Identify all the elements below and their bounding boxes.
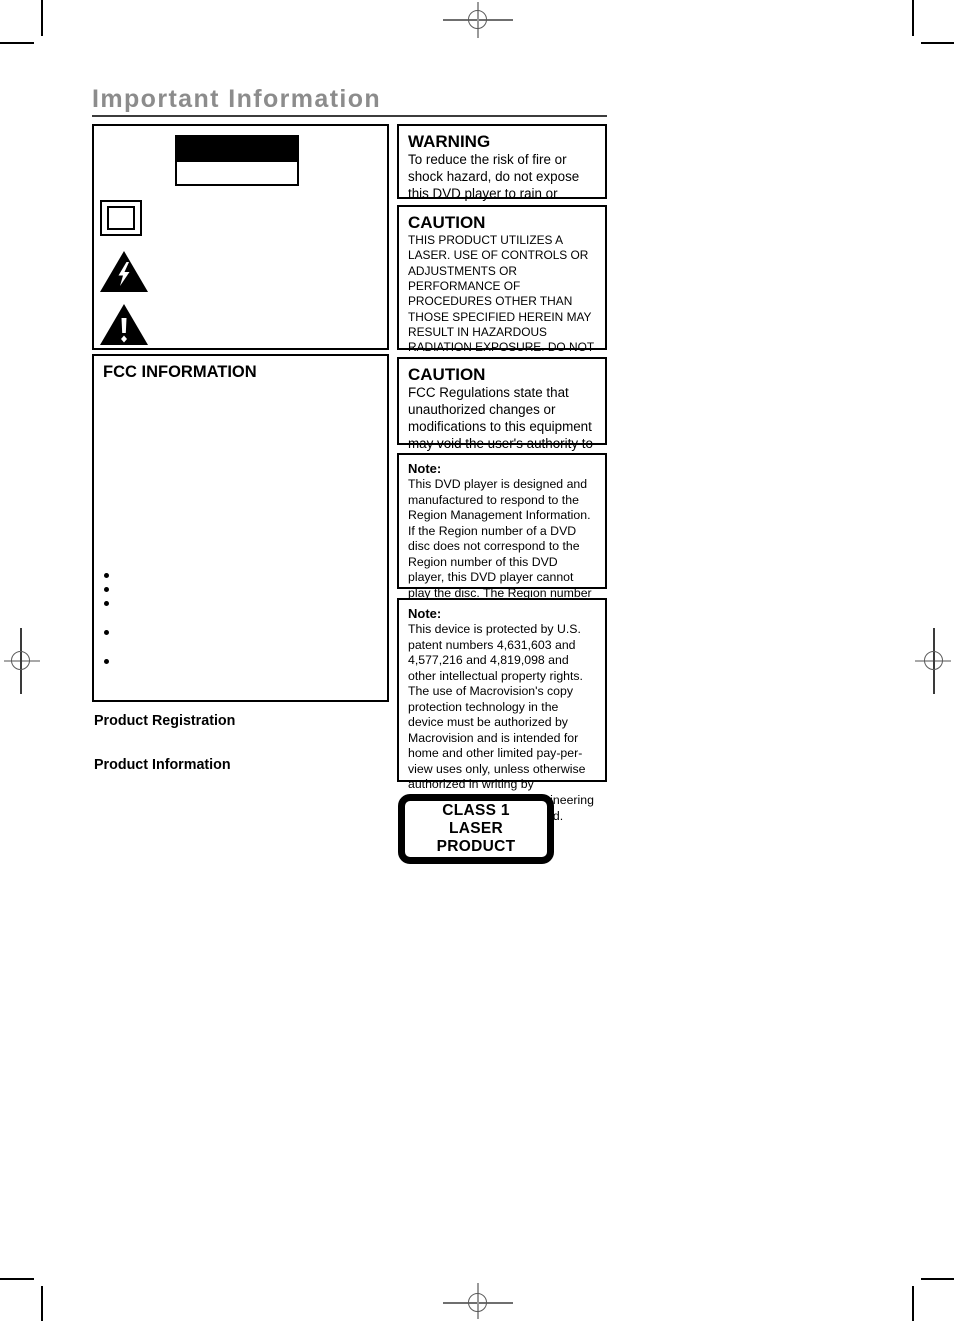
crop-mark-bottom-left-horizontal — [0, 1278, 34, 1280]
class1-line-3: PRODUCT — [436, 838, 516, 856]
crop-mark-top-right-vertical — [912, 0, 914, 36]
crop-mark-top-right-horizontal — [921, 42, 954, 44]
fcc-information-heading: FCC INFORMATION — [103, 363, 257, 381]
page-title: Important Information — [92, 85, 382, 113]
caution-laser-heading: CAUTION — [408, 213, 486, 232]
class-2-inner-square — [107, 206, 135, 230]
product-registration-link[interactable]: Product Registration — [94, 713, 235, 729]
class1-line-1: CLASS 1 — [442, 801, 510, 819]
warning-box: WARNING To reduce the risk of fire or sh… — [397, 124, 607, 218]
black-bar-fill — [177, 137, 297, 162]
class-1-laser-product-label: CLASS 1 LASER PRODUCT — [398, 794, 554, 864]
caution-laser-box: CAUTION THIS PRODUCT UTILIZES A LASER. U… — [397, 205, 607, 416]
registration-mark-circle — [468, 10, 487, 29]
registration-mark-bottom-center — [443, 1283, 513, 1319]
title-underline-rule — [92, 115, 607, 118]
note-macrovision-box: Note: This device is protected by U.S. p… — [397, 598, 607, 823]
fcc-information-panel: FCC INFORMATION — [92, 354, 389, 702]
registration-mark-circle — [11, 651, 30, 670]
caution-fcc-heading: CAUTION — [408, 365, 486, 384]
note-region-box: Note: This DVD player is designed and ma… — [397, 453, 607, 631]
crop-mark-bottom-left-vertical — [41, 1286, 43, 1321]
crop-mark-top-left-horizontal — [0, 42, 34, 44]
warning-heading: WARNING — [408, 132, 491, 151]
registration-mark-circle — [468, 1293, 487, 1312]
note-region-label: Note: — [408, 461, 442, 476]
registration-mark-circle — [924, 651, 943, 670]
registration-mark-right-center — [915, 628, 951, 694]
crop-mark-bottom-right-horizontal — [921, 1278, 954, 1280]
page-header: Important Information — [92, 85, 607, 118]
note-macrovision-label: Note: — [408, 606, 442, 621]
product-information-link[interactable]: Product Information — [94, 757, 231, 773]
safety-symbols-panel — [92, 124, 389, 350]
crop-mark-bottom-right-vertical — [912, 1286, 914, 1321]
crop-mark-top-left-vertical — [41, 0, 43, 36]
caution-fcc-box: CAUTION FCC Regulations state that unaut… — [397, 357, 607, 468]
registration-mark-left-center — [4, 628, 40, 694]
lightning-bolt-triangle-icon — [99, 250, 149, 293]
class-2-double-insulation-icon — [100, 200, 142, 236]
exclamation-triangle-icon — [99, 303, 149, 346]
black-bar-label-icon — [175, 135, 299, 186]
registration-mark-top-center — [443, 2, 513, 38]
class1-line-2: LASER — [448, 819, 504, 837]
